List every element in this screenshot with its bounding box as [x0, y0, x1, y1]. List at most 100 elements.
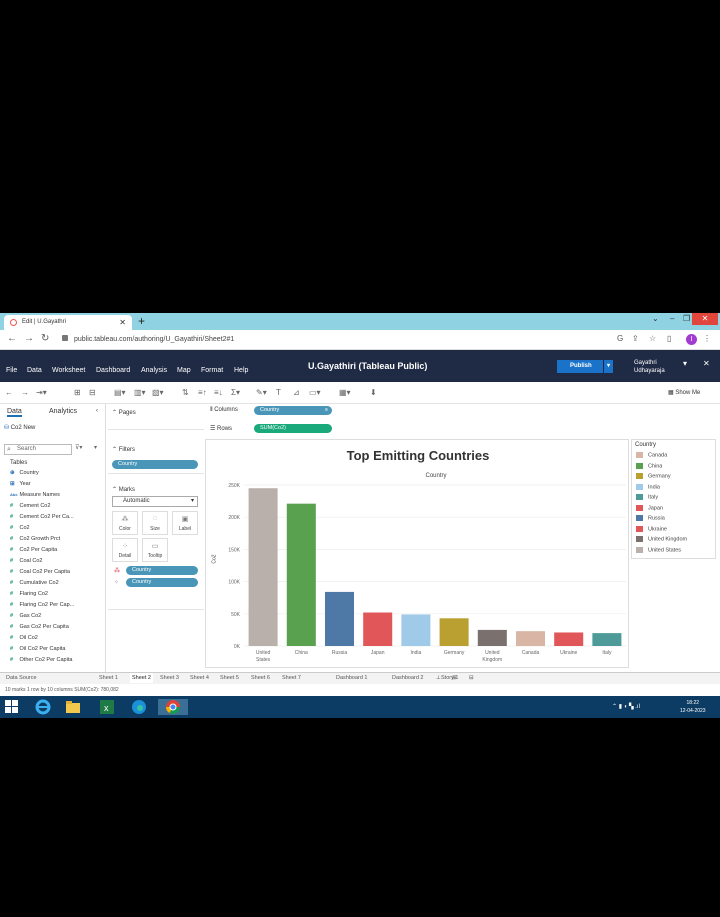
sheet-tab[interactable]: Dashboard 1: [336, 675, 368, 681]
browser-menu-icon[interactable]: ⋮: [703, 334, 711, 343]
size-button[interactable]: ◌ Size: [142, 511, 168, 535]
tooltip-button[interactable]: ▭ Tooltip: [142, 538, 168, 562]
field-item[interactable]: # Flaring Co2: [10, 591, 48, 597]
legend-item[interactable]: Germany: [636, 473, 671, 479]
bar[interactable]: [439, 618, 469, 646]
undo-icon[interactable]: ←: [5, 388, 13, 397]
restore-icon[interactable]: ❐: [683, 314, 690, 323]
sheet-tab[interactable]: Dashboard 2: [392, 675, 424, 681]
legend-item[interactable]: United States: [636, 546, 681, 553]
field-item[interactable]: # Gas Co2: [10, 613, 41, 619]
bar[interactable]: [515, 631, 546, 646]
system-tray-icons[interactable]: ⌃ ▮ ◖ ▚ .ıl: [612, 703, 640, 710]
user-menu-icon[interactable]: ▾: [683, 359, 687, 368]
field-item[interactable]: # Oil Co2: [10, 635, 38, 641]
redo-icon[interactable]: →: [21, 388, 29, 397]
reload-icon[interactable]: ↻: [41, 333, 49, 344]
sort-descending-icon[interactable]: ≡↓: [214, 388, 223, 397]
edge-icon[interactable]: [131, 699, 148, 715]
field-item[interactable]: # Flaring Co2 Per Cap...: [10, 602, 74, 608]
duplicate-sheet-icon[interactable]: ▥▾: [134, 388, 146, 397]
tab-search-icon[interactable]: ⌄: [652, 314, 659, 323]
show-me-button[interactable]: ▦ Show Me: [668, 389, 700, 396]
bar[interactable]: [554, 632, 584, 646]
new-sheet-icon[interactable]: ⊥: [436, 675, 441, 681]
field-item[interactable]: # Co2 Per Capita: [10, 547, 57, 553]
window-close-icon[interactable]: ✕: [692, 313, 718, 325]
chrome-icon[interactable]: [158, 699, 188, 715]
field-item[interactable]: # Co2 Growth Prct: [10, 536, 60, 542]
excel-icon[interactable]: x: [99, 699, 116, 715]
field-item[interactable]: ⊞ Year: [10, 481, 31, 487]
pause-updates-icon[interactable]: ⊟: [89, 388, 96, 397]
publish-dropdown-icon[interactable]: ▾: [603, 360, 613, 373]
user-name[interactable]: Gayathri Udhayaraja: [634, 359, 665, 375]
labels-icon[interactable]: T: [276, 388, 281, 397]
internet-explorer-icon[interactable]: [35, 699, 52, 715]
bar[interactable]: [401, 614, 431, 646]
field-item[interactable]: # Cement Co2 Per Ca...: [10, 514, 74, 520]
search-input[interactable]: ⌕ Search: [4, 444, 72, 455]
new-story-icon[interactable]: ⊟: [469, 675, 474, 681]
taskbar-clock[interactable]: 18:22 12-04-2023: [680, 699, 706, 715]
color-button[interactable]: ⁂ Color: [112, 511, 138, 535]
bar[interactable]: [592, 633, 622, 646]
share-icon[interactable]: ⇪: [632, 334, 639, 343]
menu-file[interactable]: File: [6, 367, 17, 374]
tab-data[interactable]: Data: [7, 408, 22, 417]
datapane-menu-icon[interactable]: ▾: [94, 444, 97, 451]
new-tab-icon[interactable]: +: [138, 314, 145, 328]
collapse-pane-icon[interactable]: ‹: [96, 408, 98, 414]
menu-dashboard[interactable]: Dashboard: [96, 367, 130, 374]
field-item[interactable]: # Cumulative Co2: [10, 580, 59, 586]
field-item[interactable]: Abc Measure Names: [10, 492, 60, 498]
tab-analytics[interactable]: Analytics: [49, 408, 77, 415]
menu-worksheet[interactable]: Worksheet: [52, 367, 85, 374]
field-item[interactable]: # Co2: [10, 525, 30, 531]
sheet-tab[interactable]: Sheet 1: [99, 675, 118, 681]
menu-map[interactable]: Map: [177, 367, 191, 374]
minimize-icon[interactable]: –: [670, 314, 674, 323]
fit-icon[interactable]: ▭▾: [309, 388, 321, 397]
menu-format[interactable]: Format: [201, 367, 223, 374]
bar[interactable]: [477, 629, 507, 646]
redo-dropdown-icon[interactable]: ⇥▾: [36, 388, 47, 397]
totals-icon[interactable]: Σ▾: [231, 388, 240, 397]
new-datasource-icon[interactable]: ⊞: [74, 388, 81, 397]
menu-help[interactable]: Help: [234, 367, 248, 374]
mark-type-select[interactable]: Automatic ▾: [112, 496, 198, 507]
legend-item[interactable]: Ukraine: [636, 525, 667, 532]
label-button[interactable]: ▣ Label: [172, 511, 198, 535]
clear-sheet-icon[interactable]: ▧▾: [152, 388, 164, 397]
sheet-tab[interactable]: Sheet 6: [251, 675, 270, 681]
legend-item[interactable]: Canada: [636, 452, 667, 458]
sheet-tab[interactable]: Sheet 7: [282, 675, 301, 681]
menu-data[interactable]: Data: [27, 367, 42, 374]
bar[interactable]: [324, 591, 355, 646]
browser-tab[interactable]: Edit | U.Gayathri ✕: [4, 315, 132, 330]
sheet-tab[interactable]: Data Source: [6, 675, 37, 681]
field-item[interactable]: # Gas Co2 Per Capita: [10, 624, 69, 630]
profile-avatar[interactable]: I: [686, 334, 697, 345]
close-editor-icon[interactable]: ✕: [703, 359, 710, 368]
marks-pill-detail-country[interactable]: Country: [126, 578, 198, 587]
field-item[interactable]: # Oil Co2 Per Capita: [10, 646, 65, 652]
legend-item[interactable]: Italy: [636, 494, 658, 500]
legend-item[interactable]: India: [636, 483, 660, 490]
legend-item[interactable]: Japan: [636, 504, 663, 511]
file-explorer-icon[interactable]: [65, 699, 82, 715]
sheet-tab[interactable]: Sheet 3: [160, 675, 179, 681]
presentation-icon[interactable]: ⬇: [370, 388, 377, 397]
legend-item[interactable]: China: [636, 462, 662, 469]
detail-button[interactable]: ⁘ Detail: [112, 538, 138, 562]
legend-item[interactable]: United Kingdom: [636, 536, 687, 542]
highlight-icon[interactable]: ✎▾: [256, 388, 267, 397]
sheet-tab[interactable]: Sheet 4: [190, 675, 209, 681]
sidepanel-icon[interactable]: ▯: [667, 334, 671, 343]
bar[interactable]: [248, 488, 278, 646]
datasource-name[interactable]: ⛁ Co2 New: [4, 424, 35, 431]
show-labels-icon[interactable]: ▦▾: [339, 388, 351, 397]
close-tab-icon[interactable]: ✕: [119, 315, 126, 330]
sort-ascending-icon[interactable]: ≡↑: [198, 388, 207, 397]
new-worksheet-icon[interactable]: ▤▾: [114, 388, 126, 397]
